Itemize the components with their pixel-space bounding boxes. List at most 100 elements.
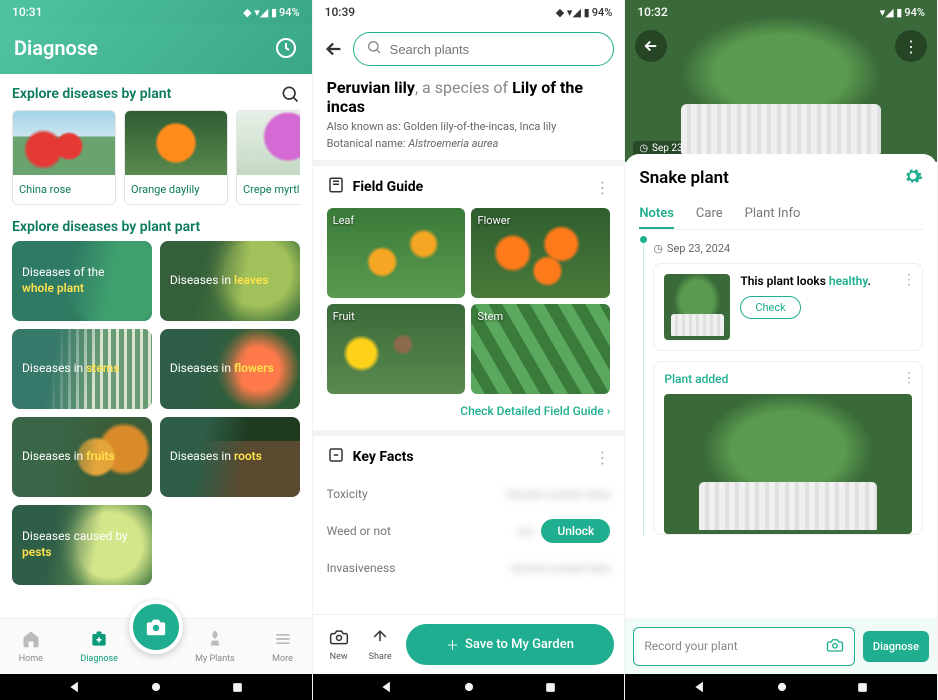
chevron-right-icon: › (607, 404, 611, 418)
plant-image (237, 111, 300, 175)
share-icon (370, 627, 390, 650)
nav-more[interactable]: More (272, 629, 293, 664)
android-recent-icon[interactable] (231, 681, 244, 694)
android-back-icon[interactable] (693, 680, 707, 694)
botanical-row: Botanical name: Alstroemeria aurea (327, 137, 611, 150)
android-back-icon[interactable] (380, 680, 394, 694)
field-card-leaf[interactable]: Leaf (327, 208, 466, 298)
plant-added-card[interactable]: ⋮ Plant added (653, 361, 923, 535)
back-icon[interactable] (323, 38, 345, 60)
plus-icon: ＋ (446, 635, 459, 654)
more-button[interactable]: ⋮ (895, 30, 927, 62)
plant-label: Crepe myrtle (237, 175, 300, 204)
plant-added-title: Plant added (664, 372, 912, 386)
plant-icon (205, 629, 225, 652)
android-nav (0, 674, 312, 700)
more-icon[interactable]: ⋮ (594, 178, 610, 197)
aka-row: Also known as: Golden lily-of-the-incas,… (327, 120, 611, 133)
search-input[interactable] (353, 32, 615, 66)
part-card-stems[interactable]: Diseases in stems (12, 329, 152, 409)
android-home-icon[interactable] (462, 680, 476, 694)
menu-icon (273, 629, 293, 652)
android-recent-icon[interactable] (856, 681, 869, 694)
nav-my-plants[interactable]: My Plants (195, 629, 235, 664)
record-input[interactable]: Record your plant (633, 627, 855, 666)
android-nav (313, 674, 625, 700)
camera-icon[interactable] (826, 636, 844, 657)
android-nav (625, 674, 937, 700)
fact-row-toxicity: Toxicityblurred content value (313, 478, 625, 510)
health-message: This plant looks healthy. (740, 274, 871, 288)
history-icon[interactable] (274, 36, 298, 60)
home-icon (21, 629, 41, 652)
explore-by-part-title: Explore diseases by plant part (12, 219, 200, 235)
status-right: ◆ ▾◢ ▮94% (556, 6, 613, 19)
check-button[interactable]: Check (740, 296, 800, 319)
diagnose-button[interactable]: Diagnose (863, 631, 929, 662)
unlock-button[interactable]: Unlock (541, 519, 610, 543)
facts-icon (327, 446, 345, 468)
plant-label: China rose (13, 175, 115, 204)
android-recent-icon[interactable] (544, 681, 557, 694)
book-icon (327, 176, 345, 198)
status-time: 10:31 (12, 5, 42, 19)
back-button[interactable] (635, 30, 667, 62)
card-more-icon[interactable]: ⋮ (902, 370, 916, 386)
plant-image (13, 111, 115, 175)
tab-plant-info[interactable]: Plant Info (745, 200, 801, 229)
android-back-icon[interactable] (68, 680, 82, 694)
plant-image (664, 394, 912, 534)
part-card-pests[interactable]: Diseases caused by pests (12, 505, 152, 585)
bottom-bar: Record your plant Diagnose (625, 618, 937, 674)
plant-card-china-rose[interactable]: China rose (12, 110, 116, 205)
field-guide-title: Field Guide (353, 179, 424, 195)
status-right: ▾◢ ▮94% (880, 6, 925, 19)
status-right: ◆ ▾◢ ▮94% (243, 6, 300, 19)
health-card[interactable]: This plant looks healthy. Check ⋮ (653, 263, 923, 351)
tab-notes[interactable]: Notes (639, 200, 674, 229)
plant-image (125, 111, 227, 175)
card-more-icon[interactable]: ⋮ (902, 272, 916, 288)
field-card-stem[interactable]: Stem (471, 304, 610, 394)
part-card-flowers[interactable]: Diseases in flowers (160, 329, 300, 409)
nav-home[interactable]: Home (19, 629, 43, 664)
more-icon[interactable]: ⋮ (594, 448, 610, 467)
search-icon[interactable] (280, 84, 300, 104)
diagnose-header: Diagnose (0, 24, 312, 74)
part-card-fruits[interactable]: Diseases in fruits (12, 417, 152, 497)
fact-row-invasive: Invasivenessblurred content here (313, 552, 625, 584)
android-home-icon[interactable] (775, 680, 789, 694)
status-time: 10:39 (325, 5, 355, 19)
part-card-leaves[interactable]: Diseases in leaves (160, 241, 300, 321)
save-to-garden-button[interactable]: ＋Save to My Garden (406, 624, 615, 665)
camera-fab[interactable] (129, 600, 183, 654)
explore-by-plant-title: Explore diseases by plant (12, 86, 171, 102)
part-card-whole-plant[interactable]: Diseases of the whole plant (12, 241, 152, 321)
bottom-action-bar: New Share ＋Save to My Garden (313, 614, 625, 674)
android-home-icon[interactable] (149, 680, 163, 694)
plant-thumbnail (664, 274, 730, 340)
nav-diagnose[interactable]: Diagnose (80, 629, 118, 664)
part-card-roots[interactable]: Diseases in roots (160, 417, 300, 497)
status-bar: 10:31 ◆ ▾◢ ▮94% (0, 0, 312, 24)
timeline-date: ◷Sep 23, 2024 (653, 242, 923, 255)
fact-row-weed: Weed or not xxxUnlock (313, 510, 625, 552)
key-facts-title: Key Facts (353, 449, 414, 465)
clock-icon: ◷ (653, 242, 663, 255)
tabs: Notes Care Plant Info (639, 200, 923, 230)
new-button[interactable]: New (323, 627, 355, 662)
status-bar: 10:39 ◆ ▾◢ ▮94% (313, 0, 625, 24)
plant-card-crepe-myrtle[interactable]: Crepe myrtle (236, 110, 300, 205)
field-card-fruit[interactable]: Fruit (327, 304, 466, 394)
search-icon (366, 39, 382, 59)
gear-icon[interactable] (903, 166, 923, 190)
share-button[interactable]: Share (363, 627, 398, 662)
plant-card-orange-daylily[interactable]: Orange daylily (124, 110, 228, 205)
hero-image: 10:32 ▾◢ ▮94% ⋮ ◷Sep 23, 2024 (625, 0, 937, 162)
plant-title: Peruvian lily, a species of Lily of the … (327, 78, 611, 116)
field-guide-link[interactable]: Check Detailed Field Guide › (313, 394, 625, 430)
tab-care[interactable]: Care (696, 200, 723, 229)
field-card-flower[interactable]: Flower (471, 208, 610, 298)
status-bar: 10:32 ▾◢ ▮94% (625, 0, 937, 24)
plant-label: Orange daylily (125, 175, 227, 204)
